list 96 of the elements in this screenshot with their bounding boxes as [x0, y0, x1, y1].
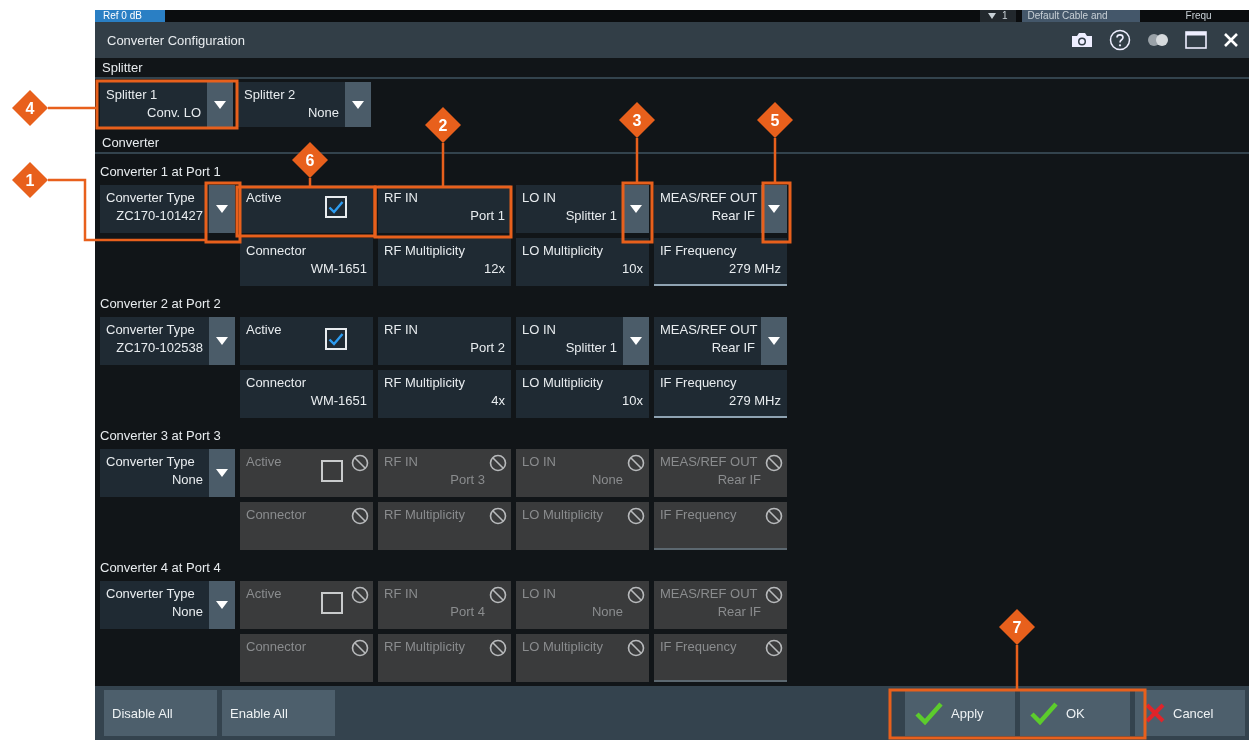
caret-icon — [630, 337, 642, 345]
channel-selector[interactable]: 1 — [980, 10, 1016, 22]
caret-icon — [768, 205, 780, 213]
dropdown-button[interactable] — [623, 317, 649, 365]
callout-badge: 3 — [619, 102, 655, 138]
value-field[interactable]: RF IN Port 1 — [378, 185, 511, 233]
cable-field[interactable]: Default Cable and — [1021, 10, 1140, 22]
callout-badge: 7 — [999, 609, 1035, 645]
dropdown-button[interactable] — [209, 449, 235, 497]
dropdown-field[interactable]: LO IN Splitter 1 — [516, 185, 649, 233]
group-title: Converter 2 at Port 2 — [100, 295, 221, 313]
callout-badge: 4 — [12, 90, 48, 126]
camera-icon[interactable] — [1071, 32, 1093, 48]
callout-badge: 6 — [292, 142, 328, 178]
value-field[interactable]: Connector WM-1651 — [240, 370, 373, 418]
section-heading: Splitter — [95, 58, 1249, 79]
dialog-button[interactable]: Cancel — [1135, 690, 1245, 736]
caret-icon — [216, 469, 228, 477]
maximize-icon[interactable] — [1185, 31, 1207, 49]
dropdown-button[interactable] — [209, 185, 235, 233]
dropdown-button[interactable] — [761, 185, 787, 233]
dropdown-field[interactable]: Converter Type ZC170-101427 — [100, 185, 235, 233]
value-field[interactable]: LO Multiplicity 10x — [516, 370, 649, 418]
dropdown-button[interactable] — [207, 82, 233, 127]
dropdown-field[interactable]: Splitter 1 Conv. LO — [100, 82, 233, 127]
disabled-icon — [489, 507, 507, 525]
caret-icon — [768, 337, 780, 345]
dropdown-button[interactable] — [209, 581, 235, 629]
dropdown-button[interactable] — [623, 185, 649, 233]
input-field[interactable]: IF Frequency 279 MHz — [654, 370, 787, 418]
callout-badge: 2 — [425, 107, 461, 143]
dropdown-field[interactable]: LO IN Splitter 1 — [516, 317, 649, 365]
dialog-button[interactable]: OK — [1020, 690, 1130, 736]
disabled-icon — [351, 507, 369, 525]
group-title: Converter 1 at Port 1 — [100, 163, 221, 181]
dialog-button[interactable]: Apply — [905, 690, 1015, 736]
disabled-icon — [765, 639, 783, 657]
dropdown-field[interactable]: Splitter 2 None — [238, 82, 371, 127]
disabled-icon — [489, 454, 507, 472]
close-icon — [1145, 703, 1165, 723]
value-field[interactable]: Connector WM-1651 — [240, 238, 373, 286]
caret-icon — [352, 100, 364, 109]
value-field[interactable]: LO Multiplicity 10x — [516, 238, 649, 286]
leader-line — [48, 106, 97, 110]
disabled-icon — [351, 639, 369, 657]
dropdown-button[interactable] — [761, 317, 787, 365]
dropdown-field[interactable]: MEAS/REF OUT Rear IF — [654, 317, 787, 365]
value-field[interactable]: RF Multiplicity 4x — [378, 370, 511, 418]
reference-tab[interactable]: Ref 0 dB — [95, 10, 165, 22]
input-field[interactable]: IF Frequency 279 MHz — [654, 238, 787, 286]
disabled-icon — [489, 586, 507, 604]
caret-icon — [988, 13, 996, 19]
callout-badge: 5 — [757, 102, 793, 138]
leader-line — [635, 138, 639, 183]
caret-icon — [216, 205, 228, 213]
caret-icon — [630, 205, 642, 213]
disabled-icon — [765, 586, 783, 604]
frequency-label: Frequ — [1185, 10, 1212, 22]
disabled-icon — [627, 507, 645, 525]
checkmark-icon — [1030, 701, 1058, 725]
checkbox-field[interactable]: Active — [240, 317, 373, 365]
group-title: Converter 4 at Port 4 — [100, 559, 221, 577]
disabled-icon — [351, 586, 369, 604]
checkbox-field[interactable]: Active — [240, 185, 373, 233]
leader-line — [1015, 645, 1019, 690]
window-title: Converter Configuration — [107, 32, 247, 48]
dialog-button[interactable]: Enable All — [222, 690, 335, 736]
caret-icon — [214, 100, 226, 109]
disabled-icon — [489, 639, 507, 657]
dropdown-field[interactable]: Converter Type None — [100, 449, 235, 497]
dropdown-button[interactable] — [209, 317, 235, 365]
group-title: Converter 3 at Port 3 — [100, 427, 221, 445]
dropdown-field[interactable]: MEAS/REF OUT Rear IF — [654, 185, 787, 233]
disabled-icon — [627, 586, 645, 604]
value-field[interactable]: RF Multiplicity 12x — [378, 238, 511, 286]
disabled-icon — [627, 639, 645, 657]
disabled-icon — [765, 454, 783, 472]
dropdown-field[interactable]: Converter Type ZC170-102538 — [100, 317, 235, 365]
dialog-button[interactable]: Disable All — [104, 690, 217, 736]
leader-line — [773, 138, 777, 183]
disabled-icon — [765, 507, 783, 525]
dropdown-field[interactable]: Converter Type None — [100, 581, 235, 629]
caret-icon — [216, 337, 228, 345]
disabled-icon — [351, 454, 369, 472]
leader-line — [441, 143, 445, 187]
toggle-icon[interactable] — [1147, 33, 1169, 47]
callout-badge: 1 — [12, 162, 48, 198]
caret-icon — [216, 601, 228, 609]
highlight-frame — [761, 181, 792, 244]
close-icon[interactable] — [1223, 32, 1239, 48]
highlight-frame — [621, 181, 654, 244]
disabled-icon — [627, 454, 645, 472]
dropdown-button[interactable] — [345, 82, 371, 127]
checkmark-icon — [915, 701, 943, 725]
help-icon[interactable] — [1109, 29, 1131, 51]
value-field[interactable]: RF IN Port 2 — [378, 317, 511, 365]
